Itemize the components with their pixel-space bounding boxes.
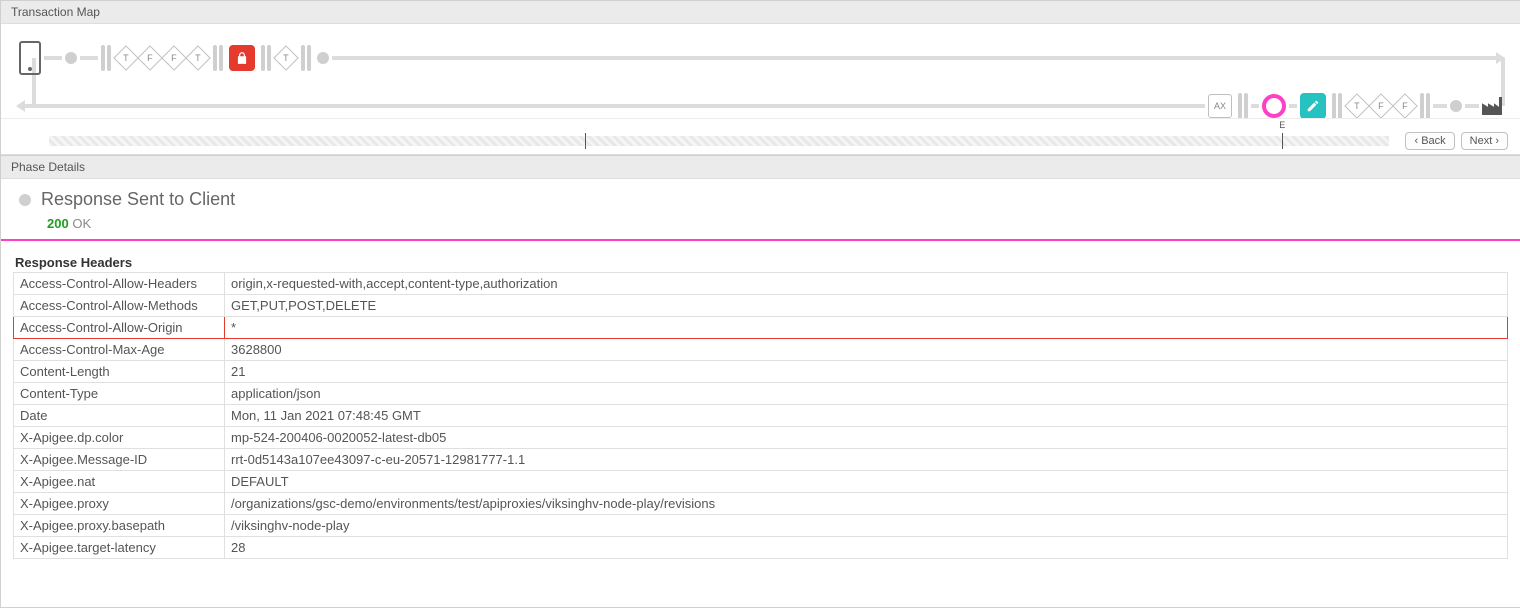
status-text: OK: [72, 216, 91, 231]
header-value: Mon, 11 Jan 2021 07:48:45 GMT: [225, 405, 1508, 427]
table-row: Access-Control-Allow-MethodsGET,PUT,POST…: [14, 295, 1508, 317]
header-value: 28: [225, 537, 1508, 559]
flow-dot[interactable]: [317, 52, 329, 64]
phase-title: Response Sent to Client: [41, 189, 235, 210]
timeline-row: ‹ Back Next ›: [1, 118, 1520, 154]
flow-policy-F[interactable]: F: [1368, 93, 1393, 118]
arrow-right-icon: [1496, 52, 1505, 64]
timeline-tick-end: [1282, 133, 1283, 149]
flow-policy-F[interactable]: F: [1392, 93, 1417, 118]
flow-barrier[interactable]: [1238, 93, 1248, 119]
content-pane[interactable]: Response Headers Access-Control-Allow-He…: [1, 241, 1520, 559]
flow-barrier[interactable]: [1332, 93, 1342, 119]
flow-barrier[interactable]: [301, 45, 311, 71]
back-button[interactable]: ‹ Back: [1405, 132, 1454, 150]
table-row: X-Apigee.dp.colormp-524-200406-0020052-l…: [14, 427, 1508, 449]
timeline[interactable]: [49, 136, 1389, 146]
table-row: Access-Control-Allow-Headersorigin,x-req…: [14, 273, 1508, 295]
flow-dot[interactable]: [65, 52, 77, 64]
header-key: Access-Control-Allow-Origin: [14, 317, 225, 339]
next-button[interactable]: Next ›: [1461, 132, 1508, 150]
header-value: origin,x-requested-with,accept,content-t…: [225, 273, 1508, 295]
security-policy[interactable]: [229, 45, 255, 71]
flow-dot[interactable]: [1450, 100, 1462, 112]
header-key: Date: [14, 405, 225, 427]
header-key: Access-Control-Allow-Headers: [14, 273, 225, 295]
transaction-map-header: Transaction Map: [1, 0, 1520, 24]
flow-policy-F[interactable]: F: [137, 45, 162, 70]
phase-details-title: Phase Details: [11, 160, 85, 174]
table-row: X-Apigee.natDEFAULT: [14, 471, 1508, 493]
header-key: X-Apigee.proxy.basepath: [14, 515, 225, 537]
table-row: X-Apigee.target-latency28: [14, 537, 1508, 559]
table-row: Content-Typeapplication/json: [14, 383, 1508, 405]
transaction-map-title: Transaction Map: [11, 5, 100, 19]
header-key: Access-Control-Max-Age: [14, 339, 225, 361]
header-value: 3628800: [225, 339, 1508, 361]
header-value: rrt-0d5143a107ee43097-c-eu-20571-1298177…: [225, 449, 1508, 471]
pencil-icon: [1306, 99, 1320, 113]
table-row: DateMon, 11 Jan 2021 07:48:45 GMT: [14, 405, 1508, 427]
flow-barrier[interactable]: [1420, 93, 1430, 119]
target-server-icon[interactable]: [1482, 97, 1502, 115]
timeline-tick: [585, 133, 586, 149]
header-value: DEFAULT: [225, 471, 1508, 493]
flow-policy-F[interactable]: F: [161, 45, 186, 70]
lock-icon: [235, 51, 249, 65]
header-value: application/json: [225, 383, 1508, 405]
request-flow-row: T F F T T: [16, 42, 1505, 74]
table-row: X-Apigee.proxy.basepath/viksinghv-node-p…: [14, 515, 1508, 537]
client-icon[interactable]: [19, 41, 41, 75]
flow-policy-T[interactable]: T: [113, 45, 138, 70]
header-value: 21: [225, 361, 1508, 383]
header-value: mp-524-200406-0020052-latest-db05: [225, 427, 1508, 449]
flow-marker[interactable]: [1262, 94, 1286, 118]
header-key: X-Apigee.proxy: [14, 493, 225, 515]
header-value: *: [225, 317, 1508, 339]
header-key: Content-Type: [14, 383, 225, 405]
flow-policy-T[interactable]: T: [185, 45, 210, 70]
transaction-map: T F F T T F F T: [1, 24, 1520, 155]
table-row: Access-Control-Max-Age3628800: [14, 339, 1508, 361]
table-row: Access-Control-Allow-Origin*: [14, 317, 1508, 339]
flow-policy-T[interactable]: T: [273, 45, 298, 70]
ax-policy[interactable]: AX: [1208, 94, 1232, 118]
phase-details-header: Phase Details: [1, 155, 1520, 179]
header-key: Access-Control-Allow-Methods: [14, 295, 225, 317]
header-key: Content-Length: [14, 361, 225, 383]
flow-barrier[interactable]: [101, 45, 111, 71]
header-key: X-Apigee.target-latency: [14, 537, 225, 559]
flow-barrier[interactable]: [213, 45, 223, 71]
phase-dot-icon: [19, 194, 31, 206]
table-row: X-Apigee.Message-IDrrt-0d5143a107ee43097…: [14, 449, 1508, 471]
header-value: /viksinghv-node-play: [225, 515, 1508, 537]
header-key: X-Apigee.Message-ID: [14, 449, 225, 471]
table-row: Content-Length21: [14, 361, 1508, 383]
phase-details-body: Response Sent to Client 200 OK: [1, 179, 1520, 239]
assign-message-policy[interactable]: [1300, 93, 1326, 119]
status-code: 200: [47, 216, 69, 231]
flow-barrier[interactable]: [261, 45, 271, 71]
flow-policy-T[interactable]: T: [1344, 93, 1369, 118]
response-headers-title: Response Headers: [15, 255, 1508, 270]
header-value: /organizations/gsc-demo/environments/tes…: [225, 493, 1508, 515]
header-key: X-Apigee.dp.color: [14, 427, 225, 449]
header-key: X-Apigee.nat: [14, 471, 225, 493]
header-value: GET,PUT,POST,DELETE: [225, 295, 1508, 317]
status-line: 200 OK: [47, 216, 1506, 231]
response-headers-table: Access-Control-Allow-Headersorigin,x-req…: [13, 272, 1508, 559]
table-row: X-Apigee.proxy/organizations/gsc-demo/en…: [14, 493, 1508, 515]
